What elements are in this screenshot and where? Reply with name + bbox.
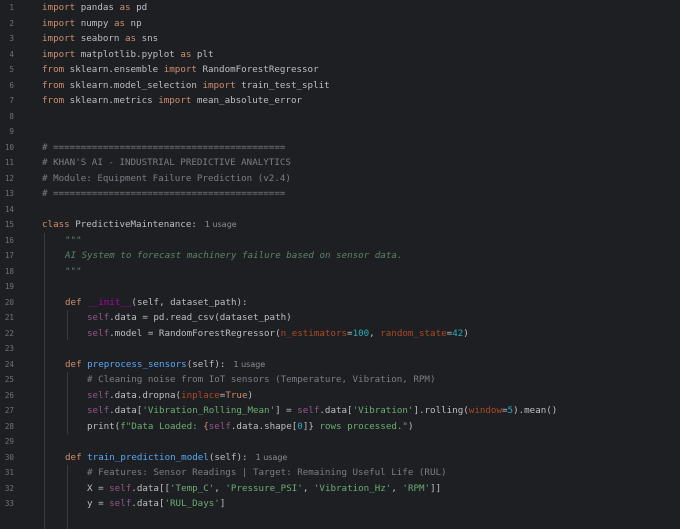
code-line[interactable]: 20 def __init__(self, dataset_path): <box>0 295 680 311</box>
comment-text: # ======================================… <box>42 141 286 153</box>
line-number: 25 <box>4 375 14 385</box>
line-number: 8 <box>9 111 14 121</box>
line-number: 5 <box>9 65 14 75</box>
code-line[interactable]: 18 """ <box>0 264 680 280</box>
docstring-close: """ <box>65 265 82 277</box>
docstring-open: """ <box>65 234 82 246</box>
line-number: 17 <box>4 251 14 261</box>
line-number: 26 <box>4 390 14 400</box>
line-number: 31 <box>4 468 14 478</box>
class-declaration: class PredictiveMaintenance: 1 usage <box>42 219 237 231</box>
line-number: 22 <box>4 328 14 338</box>
code-line[interactable]: 24 def preprocess_sensors(self): 1 usage <box>0 357 680 373</box>
method-declaration: def train_prediction_model(self): 1 usage <box>65 451 288 463</box>
code-text: self.data = pd.read_csv(dataset_path) <box>87 312 292 324</box>
code-line[interactable]: 19 <box>0 279 680 295</box>
code-line[interactable]: 14 <box>0 202 680 218</box>
code-line[interactable]: 15 class PredictiveMaintenance: 1 usage <box>0 217 680 233</box>
line-number: 19 <box>4 282 14 292</box>
code-line[interactable]: 9 <box>0 124 680 140</box>
line-number: 4 <box>9 49 14 59</box>
usage-hint[interactable]: 1 usage <box>233 360 265 369</box>
code-text: y = self.data['RUL_Days'] <box>87 498 226 510</box>
line-number: 33 <box>4 499 14 509</box>
code-text: import matplotlib.pyplot as plt <box>42 48 214 60</box>
code-text: from sklearn.metrics import mean_absolut… <box>42 95 303 107</box>
line-number: 24 <box>4 359 14 369</box>
comment-text: # KHAN'S AI - INDUSTRIAL PREDICTIVE ANAL… <box>42 157 291 169</box>
code-line[interactable]: 32 X = self.data[['Temp_C', 'Pressure_PS… <box>0 481 680 497</box>
comment-text: # Cleaning noise from IoT sensors (Tempe… <box>87 374 436 386</box>
code-line[interactable]: 4 import matplotlib.pyplot as plt <box>0 47 680 63</box>
code-text: self.model = RandomForestRegressor(n_est… <box>87 327 469 339</box>
code-line[interactable]: 11 # KHAN'S AI - INDUSTRIAL PREDICTIVE A… <box>0 155 680 171</box>
code-line[interactable]: 16 """ <box>0 233 680 249</box>
code-line[interactable]: 21 self.data = pd.read_csv(dataset_path) <box>0 310 680 326</box>
line-number: 23 <box>4 344 14 354</box>
line-number: 7 <box>9 96 14 106</box>
code-line[interactable]: 13 # ===================================… <box>0 186 680 202</box>
code-line[interactable]: 22 self.model = RandomForestRegressor(n_… <box>0 326 680 342</box>
line-number: 32 <box>4 483 14 493</box>
line-number: 1 <box>9 3 14 13</box>
code-line[interactable]: 33 y = self.data['RUL_Days'] <box>0 496 680 512</box>
code-text: self.data.dropna(inplace=True) <box>87 389 254 401</box>
code-line[interactable]: 6 from sklearn.model_selection import tr… <box>0 78 680 94</box>
code-line[interactable]: 2 import numpy as np <box>0 16 680 32</box>
line-number: 30 <box>4 452 14 462</box>
line-number: 28 <box>4 421 14 431</box>
code-line[interactable]: 12 # Module: Equipment Failure Predictio… <box>0 171 680 187</box>
code-line[interactable]: 10 # ===================================… <box>0 140 680 156</box>
line-number: 11 <box>4 158 14 168</box>
code-line[interactable]: 25 # Cleaning noise from IoT sensors (Te… <box>0 372 680 388</box>
init-declaration: def __init__(self, dataset_path): <box>65 296 248 308</box>
code-line[interactable]: 7 from sklearn.metrics import mean_absol… <box>0 93 680 109</box>
line-number: 29 <box>4 437 14 447</box>
code-text: from sklearn.model_selection import trai… <box>42 79 330 91</box>
code-line[interactable]: 26 self.data.dropna(inplace=True) <box>0 388 680 404</box>
line-number: 9 <box>9 127 14 137</box>
usage-hint[interactable]: 1 usage <box>256 453 288 462</box>
code-line[interactable]: 28 print(f"Data Loaded: {self.data.shape… <box>0 419 680 435</box>
usage-hint[interactable]: 1 usage <box>205 220 237 229</box>
code-text: X = self.data[['Temp_C', 'Pressure_PSI',… <box>87 482 442 494</box>
code-text: print(f"Data Loaded: {self.data.shape[0]… <box>87 420 414 432</box>
code-line[interactable]: 31 # Features: Sensor Readings | Target:… <box>0 465 680 481</box>
code-line[interactable]: 23 <box>0 341 680 357</box>
line-number: 18 <box>4 266 14 276</box>
line-number: 14 <box>4 204 14 214</box>
code-line[interactable]: 5 from sklearn.ensemble import RandomFor… <box>0 62 680 78</box>
code-line[interactable]: 17 AI System to forecast machinery failu… <box>0 248 680 264</box>
comment-text: # ======================================… <box>42 188 286 200</box>
docstring-text: AI System to forecast machinery failure … <box>65 250 403 262</box>
code-text: import numpy as np <box>42 17 142 29</box>
line-number: 6 <box>9 80 14 90</box>
line-number: 12 <box>4 173 14 183</box>
code-line[interactable]: 1 import pandas as pd <box>0 0 680 16</box>
code-line[interactable]: 29 <box>0 434 680 450</box>
code-line[interactable]: 3 import seaborn as sns <box>0 31 680 47</box>
code-line[interactable]: 8 <box>0 109 680 125</box>
line-number: 21 <box>4 313 14 323</box>
line-number: 13 <box>4 189 14 199</box>
code-text: import seaborn as sns <box>42 33 159 45</box>
code-text: self.data['Vibration_Rolling_Mean'] = se… <box>87 405 558 417</box>
line-number: 3 <box>9 34 14 44</box>
method-declaration: def preprocess_sensors(self): 1 usage <box>65 358 266 370</box>
code-line[interactable]: 30 def train_prediction_model(self): 1 us… <box>0 450 680 466</box>
comment-text: # Features: Sensor Readings | Target: Re… <box>87 467 447 479</box>
line-number: 2 <box>9 18 14 28</box>
code-line[interactable]: 27 self.data['Vibration_Rolling_Mean'] =… <box>0 403 680 419</box>
line-number: 10 <box>4 142 14 152</box>
line-number: 20 <box>4 297 14 307</box>
code-text: import pandas as pd <box>42 2 148 14</box>
comment-text: # Module: Equipment Failure Prediction (… <box>42 172 291 184</box>
line-number: 16 <box>4 235 14 245</box>
code-editor[interactable]: 1 import pandas as pd 2 import numpy as … <box>0 0 680 529</box>
line-number: 27 <box>4 406 14 416</box>
code-text: from sklearn.ensemble import RandomFores… <box>42 64 319 76</box>
line-number: 15 <box>4 220 14 230</box>
